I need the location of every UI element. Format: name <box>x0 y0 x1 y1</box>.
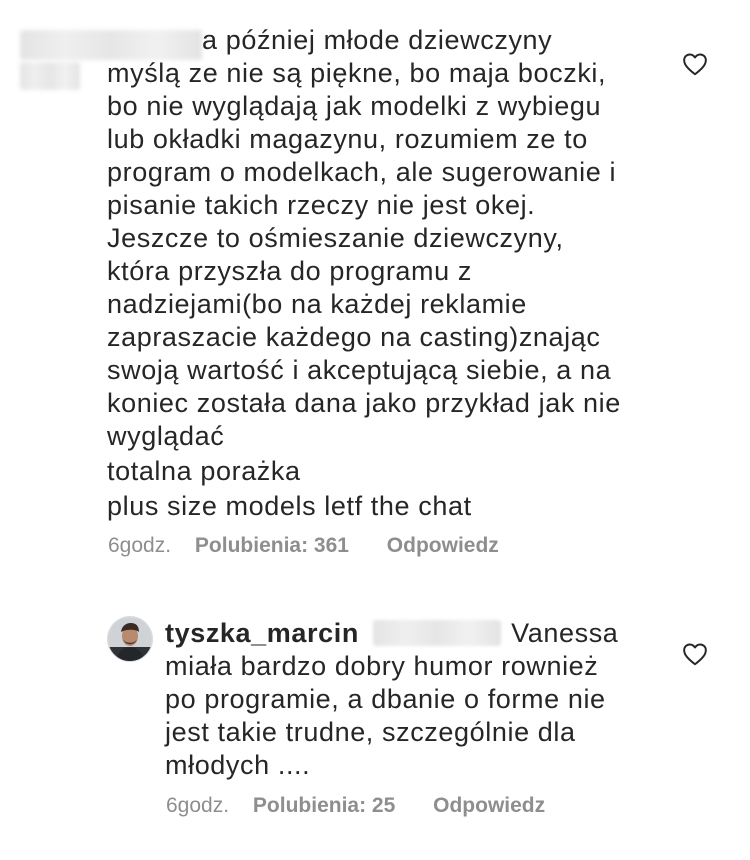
comment-line: po programie, a dbanie o forme nie <box>165 684 606 714</box>
comment-line: nadziejami(bo na każdej reklamie <box>107 289 527 319</box>
comment-line: Vanessa <box>511 618 619 648</box>
redacted-mention <box>373 620 502 646</box>
comment-line: która przyszła do programu z <box>107 256 472 286</box>
comment-line: program o modelkach, ale sugerowanie i <box>107 157 617 187</box>
reply-button[interactable]: Odpowiedz <box>387 534 499 558</box>
comment-line: młodych .... <box>165 750 311 780</box>
avatar[interactable] <box>107 616 153 662</box>
reply-comment: tyszka_marcin Vanessa miała bardzo dobry… <box>0 590 750 840</box>
likes-count-link[interactable]: Polubienia: 361 <box>195 534 349 558</box>
username-link[interactable]: tyszka_marcin <box>165 618 359 648</box>
comment-line: miała bardzo dobry humor rownież <box>165 651 599 681</box>
reply-button[interactable]: Odpowiedz <box>433 794 545 818</box>
comment-line: plus size models letf the chat <box>107 491 472 521</box>
comment-line: pisanie takich rzeczy nie jest okej. <box>107 190 536 220</box>
comment-line: lub okładki magazynu, rozumiem ze to <box>107 124 588 154</box>
comment-line: zapraszacie każdego na casting)znając <box>107 322 601 352</box>
comment-text: a później młode dziewczyny myślą ze nie … <box>107 24 621 523</box>
comment-meta: 6godz. Polubienia: 25 Odpowiedz <box>166 794 545 818</box>
comment-time: 6godz. <box>166 794 230 817</box>
comment-line: Jeszcze to ośmieszanie dziewczyny, <box>107 223 564 253</box>
comment-time: 6godz. <box>108 534 172 557</box>
comment: a później młode dziewczyny myślą ze nie … <box>0 0 750 570</box>
comment-line: koniec została dana jako przykład jak ni… <box>107 388 621 418</box>
redacted-area <box>20 62 80 90</box>
comment-line: myślą ze nie są piękne, bo maja boczki, <box>107 58 607 88</box>
comment-line: swoją wartość i akceptującą siebie, a na <box>107 355 612 385</box>
comment-meta: 6godz. Polubienia: 361 Odpowiedz <box>108 534 499 558</box>
comment-line: totalna porażka <box>107 456 301 486</box>
comment-line: bo nie wyglądają jak modelki z wybiegu <box>107 91 602 121</box>
comment-line: jest takie trudne, szczególnie dla <box>165 717 576 747</box>
comment-text: tyszka_marcin Vanessa miała bardzo dobry… <box>165 617 618 782</box>
heart-icon[interactable] <box>682 52 708 76</box>
likes-count-link[interactable]: Polubienia: 25 <box>253 794 395 818</box>
comment-line: a później młode dziewczyny <box>202 25 553 55</box>
heart-icon[interactable] <box>682 642 708 666</box>
comment-line: wyglądać <box>107 421 225 451</box>
